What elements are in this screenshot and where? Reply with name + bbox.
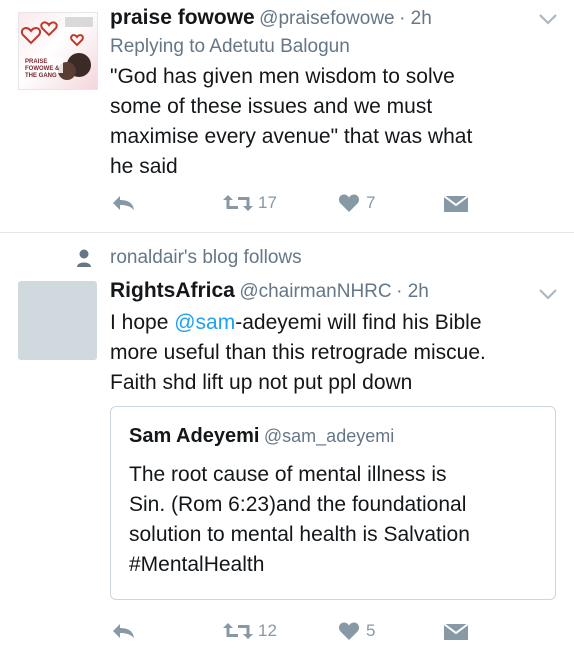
avatar[interactable] xyxy=(18,281,97,360)
reply-button[interactable] xyxy=(110,193,136,213)
tweet-text-segment: -adeyemi will find his Bible xyxy=(235,311,482,334)
retweet-button[interactable]: 12 xyxy=(222,621,277,641)
retweet-icon xyxy=(223,195,253,211)
like-count: 7 xyxy=(366,193,376,212)
reply-context[interactable]: Replying to Adetutu Balogun xyxy=(110,36,350,58)
reply-button[interactable] xyxy=(110,621,136,641)
author-handle[interactable]: @praisefowowe xyxy=(259,8,394,29)
envelope-icon xyxy=(443,623,469,640)
retweet-count: 12 xyxy=(258,621,277,640)
quoted-author-handle: @sam_adeyemi xyxy=(263,426,395,446)
tweet-text-line: maximise every avenue" that was what xyxy=(110,125,473,148)
author-handle[interactable]: @chairmanNHRC xyxy=(239,281,391,302)
heart-icon xyxy=(338,194,360,212)
avatar-caption: PRAISE FOWOWE & THE GANG xyxy=(25,59,60,79)
tweet-text-line: "God has given men wisdom to solve xyxy=(110,65,455,88)
heart-icon xyxy=(338,622,360,640)
author-name[interactable]: praise fowowe xyxy=(110,6,255,29)
person-icon xyxy=(76,248,92,273)
quoted-tweet-header: Sam Adeyemi @sam_adeyemi xyxy=(129,425,394,448)
tweet-text: I hope @sam-adeyemi will find his Bible … xyxy=(110,308,486,398)
tweet-text-segment: I hope xyxy=(110,311,175,334)
author-name[interactable]: RightsAfrica xyxy=(110,279,235,302)
retweet-icon xyxy=(223,623,253,639)
tweet-header: praise fowowe @praisefowowe · 2h xyxy=(110,6,432,30)
direct-message-button[interactable] xyxy=(443,195,469,213)
divider xyxy=(0,232,574,233)
mention-link[interactable]: @sam xyxy=(174,311,235,334)
quoted-tweet-text: The root cause of mental illness is Sin.… xyxy=(129,460,470,580)
tweet-header: RightsAfrica @chairmanNHRC · 2h xyxy=(110,279,429,303)
tweet-text-line: Faith shd lift up not put ppl down xyxy=(110,371,413,394)
like-count: 5 xyxy=(366,621,376,640)
social-context[interactable]: ronaldair's blog follows xyxy=(110,247,302,269)
tweet-text-line: he said xyxy=(110,155,178,178)
chevron-down-icon[interactable] xyxy=(538,287,558,305)
tweet-text-line: some of these issues and we must xyxy=(110,95,433,118)
avatar[interactable]: PRAISE FOWOWE & THE GANG xyxy=(18,12,98,90)
tweet-text: "God has given men wisdom to solve some … xyxy=(110,62,472,182)
reply-icon xyxy=(113,624,134,638)
tweet-text-line: I hope @sam-adeyemi will find his Bible xyxy=(110,308,486,338)
chevron-down-icon[interactable] xyxy=(538,12,558,30)
like-button[interactable]: 5 xyxy=(338,621,375,641)
retweet-count: 17 xyxy=(258,193,277,212)
retweet-button[interactable]: 17 xyxy=(222,193,277,213)
quoted-text-line: solution to mental health is Salvation xyxy=(129,523,470,546)
hashtag[interactable]: #MentalHealth xyxy=(129,550,470,580)
quoted-author-name: Sam Adeyemi xyxy=(129,425,260,447)
quoted-text-line: Sin. (Rom 6:23)and the foundational xyxy=(129,493,467,516)
timestamp[interactable]: · 2h xyxy=(399,8,432,29)
reply-icon xyxy=(113,196,134,210)
tweet-text-line: more useful than this retrograde miscue. xyxy=(110,341,486,364)
quoted-text-line: The root cause of mental illness is xyxy=(129,463,447,486)
timestamp[interactable]: · 2h xyxy=(396,281,429,302)
quoted-tweet-card[interactable]: Sam Adeyemi @sam_adeyemi The root cause … xyxy=(110,406,556,600)
envelope-icon xyxy=(443,195,469,212)
like-button[interactable]: 7 xyxy=(338,193,375,213)
direct-message-button[interactable] xyxy=(443,623,469,641)
